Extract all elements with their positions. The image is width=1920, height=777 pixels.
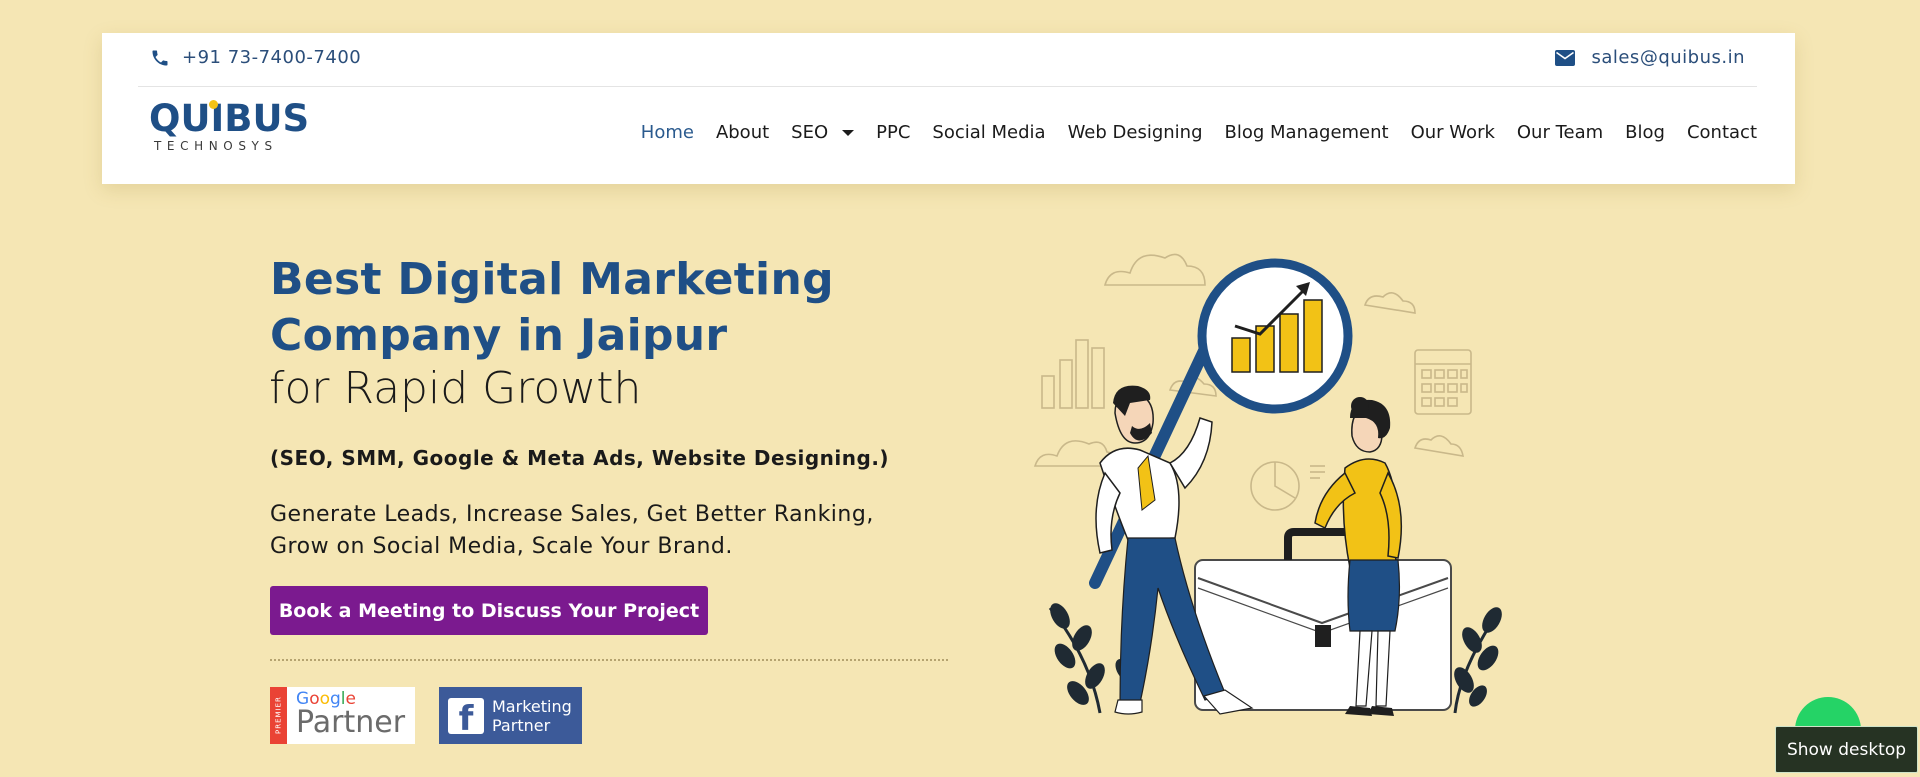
nav-seo-label: SEO (791, 122, 829, 143)
fb-badge-text: Marketing Partner (492, 697, 572, 735)
google-partner-badge: PREMIER Google Partner (270, 687, 415, 744)
hero-title: Best Digital Marketing Company in Jaipur (270, 252, 834, 364)
hero-illustration (1033, 253, 1502, 716)
nav-our-team[interactable]: Our Team (1517, 122, 1603, 143)
facebook-marketing-partner-badge: f Marketing Partner (439, 687, 582, 744)
hero-title-line1: Best Digital Marketing (270, 254, 834, 305)
site-header: +91 73-7400-7400 sales@quibus.in QUIBUS … (102, 33, 1795, 184)
premier-strip: PREMIER (270, 687, 287, 744)
nav-blog[interactable]: Blog (1625, 122, 1665, 143)
hero-title-line2: Company in Jaipur (270, 310, 728, 361)
email-address: sales@quibus.in (1591, 47, 1745, 68)
phone-link[interactable]: +91 73-7400-7400 (150, 47, 361, 68)
book-meeting-button[interactable]: Book a Meeting to Discuss Your Project (270, 586, 708, 635)
fb-badge-line2: Partner (492, 715, 551, 735)
fb-badge-line1: Marketing (492, 696, 572, 716)
hero-subtitle: for Rapid Growth (269, 363, 642, 414)
nav-social-media[interactable]: Social Media (932, 122, 1045, 143)
hero-desc-line1: Generate Leads, Increase Sales, Get Bett… (270, 502, 874, 527)
main-nav: Home About SEO PPC Social Media Web Desi… (619, 122, 1757, 143)
quibus-logo[interactable]: QUIBUS TECHNOSYS (149, 97, 310, 163)
facebook-icon: f (448, 697, 484, 734)
phone-number: +91 73-7400-7400 (182, 47, 362, 68)
nav-home[interactable]: Home (641, 122, 694, 143)
chevron-down-icon (842, 129, 855, 136)
logo-tagline: TECHNOSYS (154, 139, 278, 153)
google-partner-text: Google Partner (287, 687, 405, 744)
show-desktop-tooltip: Show desktop (1775, 726, 1918, 773)
nav-about[interactable]: About (716, 122, 769, 143)
email-link[interactable]: sales@quibus.in (1555, 47, 1745, 68)
hero-desc-line2: Grow on Social Media, Scale Your Brand. (270, 534, 733, 559)
nav-seo[interactable]: SEO (791, 122, 855, 143)
nav-contact[interactable]: Contact (1687, 122, 1757, 143)
nav-blog-management[interactable]: Blog Management (1225, 122, 1389, 143)
phone-icon (152, 50, 168, 65)
envelope-icon (1555, 49, 1576, 66)
nav-our-work[interactable]: Our Work (1411, 122, 1495, 143)
nav-ppc[interactable]: PPC (876, 122, 910, 143)
nav-web-designing[interactable]: Web Designing (1068, 122, 1203, 143)
logo-wordmark: QUIBUS (149, 97, 310, 140)
logo-dot (209, 100, 218, 109)
dotted-divider (270, 659, 948, 661)
hero-description: Generate Leads, Increase Sales, Get Bett… (270, 499, 950, 563)
contact-bar: +91 73-7400-7400 sales@quibus.in (138, 33, 1757, 87)
google-partner-label: Partner (296, 705, 406, 740)
hero-services: (SEO, SMM, Google & Meta Ads, Website De… (270, 446, 890, 470)
